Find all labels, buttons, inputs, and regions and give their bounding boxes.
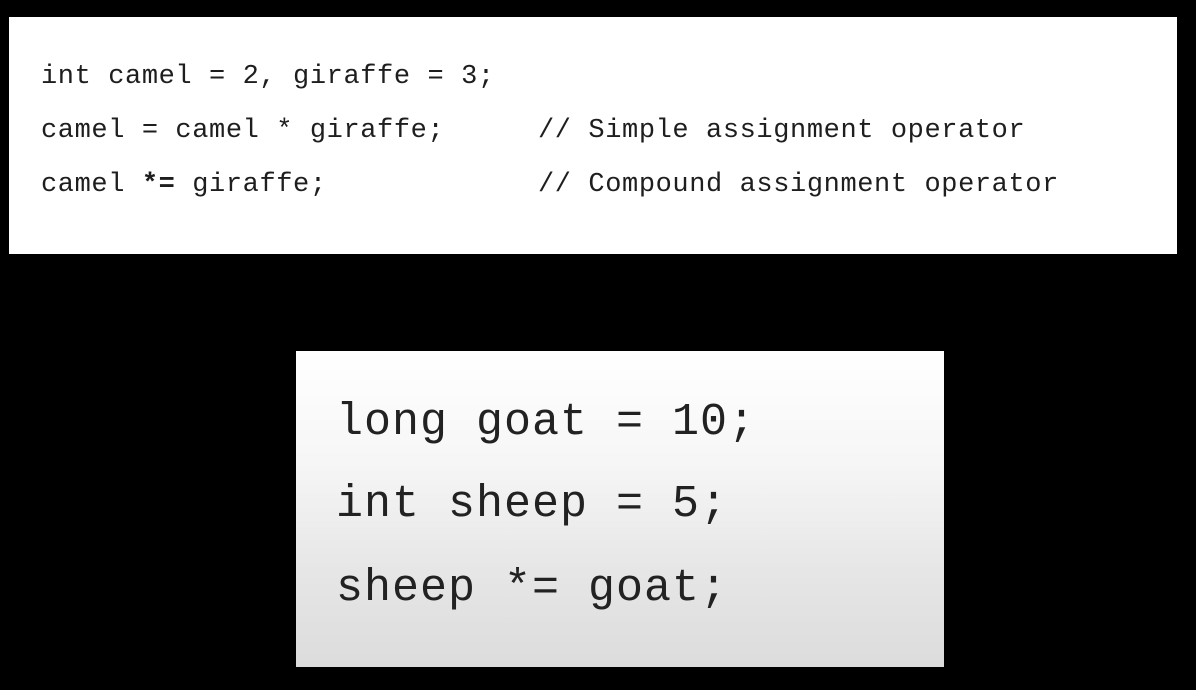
code-text: camel = camel * giraffe; — [41, 116, 445, 146]
code-panel-bottom: long goat = 10; int sheep = 5; sheep *= … — [296, 351, 944, 667]
compound-operator: *= — [141, 170, 176, 200]
code-text-after: giraffe; — [175, 170, 327, 200]
code-line: sheep *= goat; — [336, 563, 729, 614]
code-text: int camel = 2, giraffe = 3; — [41, 62, 495, 92]
code-comment: // Simple assignment operator — [538, 116, 1026, 146]
code-line: int sheep = 5; — [336, 479, 729, 530]
code-line: long goat = 10; — [336, 397, 757, 448]
code-text: camel *= giraffe; — [41, 169, 327, 201]
code-comment: // Compound assignment operator — [538, 170, 1059, 200]
code-panel-top: int camel = 2, giraffe = 3; camel = came… — [9, 17, 1177, 254]
code-line: camel *= giraffe; // Compound assignment… — [41, 169, 1058, 297]
code-text-before: camel — [41, 170, 142, 200]
